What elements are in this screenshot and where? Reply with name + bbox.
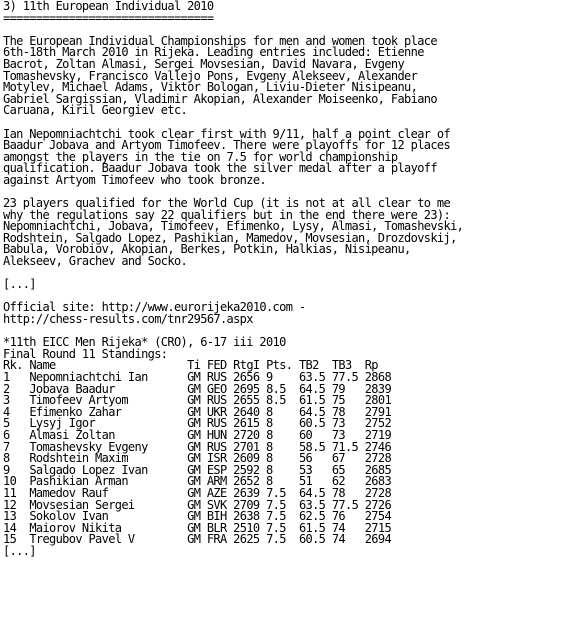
paragraph-result: Ian Nepomniachtchi took clear first with… (3, 128, 565, 187)
table-cell: FRA (206, 532, 227, 547)
paragraph-line: against Artyom Timofeev who took bronze. (3, 172, 267, 187)
table-cell: GM (187, 532, 201, 547)
paragraph-qualifiers: 23 players qualified for the World Cup (… (3, 197, 565, 269)
standings-table: Rk. Name Ti FED RtgI Pts. TB2 TB3 Rp 1 Ne… (3, 359, 565, 547)
ellipsis: [...] (3, 277, 37, 292)
ellipsis: [...] (3, 543, 37, 558)
paragraph-line: Caruana, Kiril Georgiev etc. (3, 103, 188, 118)
heading-underline: ================================ (3, 10, 214, 25)
paragraph-line: Alekseev, Grachev and Socko. (3, 254, 188, 269)
table-cell: 60.5 (298, 532, 326, 547)
table-row: 15 Tregubov Pavel V GM FRA 2625 7.5 60.5… (3, 532, 565, 547)
table-cell: 2625 (233, 532, 260, 547)
document-body: 3) 11th European Individual 2010 ========… (0, 0, 565, 558)
table-cell: Tregubov Pavel V (29, 532, 135, 547)
table-cell: 74 (331, 532, 346, 547)
table-cell: 7.5 (266, 532, 286, 547)
table-cell: 2694 (364, 532, 392, 547)
results-link-line: http://chess-results.com/tnr29567.aspx (3, 312, 253, 327)
paragraph-entries: The European Individual Championships fo… (3, 35, 565, 118)
